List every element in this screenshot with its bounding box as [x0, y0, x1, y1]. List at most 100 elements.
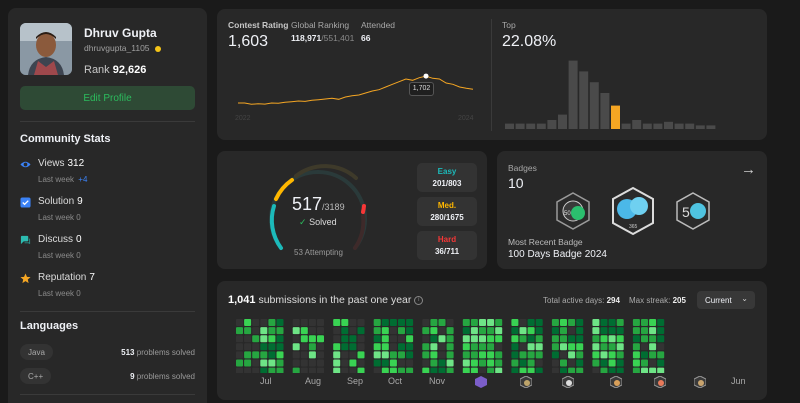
heatmap-cell[interactable] — [308, 327, 316, 335]
heatmap-cell[interactable] — [576, 343, 584, 351]
heatmap-cell[interactable] — [357, 367, 365, 373]
heatmap-cell[interactable] — [657, 359, 665, 367]
heatmap-cell[interactable] — [527, 343, 535, 351]
heatmap-cell[interactable] — [632, 335, 640, 343]
heatmap-cell[interactable] — [616, 335, 624, 343]
heatmap-cell[interactable] — [389, 319, 397, 326]
heatmap-cell[interactable] — [406, 343, 414, 351]
heatmap-cell[interactable] — [519, 359, 527, 367]
heatmap-cell[interactable] — [527, 367, 535, 373]
heatmap-cell[interactable] — [462, 343, 470, 351]
heatmap-cell[interactable] — [535, 351, 543, 359]
heatmap-cell[interactable] — [438, 335, 446, 343]
difficulty-easy[interactable]: Easy 201/803 — [417, 163, 477, 192]
heatmap-cell[interactable] — [527, 359, 535, 367]
heatmap-cell[interactable] — [568, 335, 576, 343]
heatmap-cell[interactable] — [260, 367, 268, 373]
heatmap-cell[interactable] — [495, 335, 503, 343]
heatmap-cell[interactable] — [398, 367, 405, 373]
heatmap-cell[interactable] — [236, 327, 243, 335]
heatmap-cell[interactable] — [438, 343, 446, 351]
heatmap-cell[interactable] — [495, 351, 503, 359]
heatmap-cell[interactable] — [236, 319, 243, 326]
heatmap-cell[interactable] — [430, 351, 438, 359]
heatmap-cell[interactable] — [551, 327, 559, 335]
heatmap-cell[interactable] — [252, 319, 260, 326]
heatmap-cell[interactable] — [381, 343, 389, 351]
heatmap-cell[interactable] — [341, 359, 349, 367]
heatmap-cell[interactable] — [576, 351, 584, 359]
heatmap-cell[interactable] — [300, 327, 308, 335]
heatmap-cell[interactable] — [268, 319, 276, 326]
heatmap-cell[interactable] — [398, 335, 405, 343]
heatmap-cell[interactable] — [511, 335, 519, 343]
heatmap-cell[interactable] — [519, 351, 527, 359]
heatmap-cell[interactable] — [632, 351, 640, 359]
heatmap-cell[interactable] — [446, 319, 454, 326]
heatmap-cell[interactable] — [479, 319, 486, 326]
heatmap-cell[interactable] — [381, 351, 389, 359]
heatmap-cell[interactable] — [438, 359, 446, 367]
heatmap-cell[interactable] — [527, 335, 535, 343]
heatmap-cell[interactable] — [260, 319, 268, 326]
avatar[interactable] — [20, 23, 72, 75]
heatmap-cell[interactable] — [389, 335, 397, 343]
heatmap-cell[interactable] — [632, 319, 640, 326]
heatmap-cell[interactable] — [519, 367, 527, 373]
heatmap-cell[interactable] — [616, 351, 624, 359]
heatmap-cell[interactable] — [349, 327, 357, 335]
heatmap-cell[interactable] — [592, 359, 600, 367]
heatmap-cell[interactable] — [430, 319, 438, 326]
heatmap-cell[interactable] — [535, 367, 543, 373]
heatmap-cell[interactable] — [406, 367, 414, 373]
heatmap-cell[interactable] — [462, 327, 470, 335]
heatmap-cell[interactable] — [276, 359, 284, 367]
heatmap-cell[interactable] — [252, 327, 260, 335]
heatmap-cell[interactable] — [276, 367, 284, 373]
heatmap-cell[interactable] — [389, 367, 397, 373]
heatmap-cell[interactable] — [511, 327, 519, 335]
heatmap-cell[interactable] — [608, 359, 616, 367]
heatmap-cell[interactable] — [470, 351, 478, 359]
heatmap-cell[interactable] — [308, 319, 316, 326]
heatmap-cell[interactable] — [592, 367, 600, 373]
heatmap-cell[interactable] — [576, 335, 584, 343]
heatmap-cell[interactable] — [616, 359, 624, 367]
heatmap-cell[interactable] — [398, 343, 405, 351]
heatmap-cell[interactable] — [592, 351, 600, 359]
heatmap-cell[interactable] — [236, 359, 243, 367]
heatmap-cell[interactable] — [373, 335, 381, 343]
heatmap-cell[interactable] — [600, 327, 608, 335]
heatmap-cell[interactable] — [300, 359, 308, 367]
heatmap-cell[interactable] — [381, 335, 389, 343]
heatmap-cell[interactable] — [487, 327, 495, 335]
heatmap-cell[interactable] — [381, 319, 389, 326]
heatmap-cell[interactable] — [406, 319, 414, 326]
submission-heatmap-grid[interactable] — [234, 319, 758, 373]
heatmap-cell[interactable] — [487, 343, 495, 351]
heatmap-cell[interactable] — [470, 359, 478, 367]
heatmap-cell[interactable] — [236, 367, 243, 373]
heatmap-cell[interactable] — [657, 319, 665, 326]
heatmap-cell[interactable] — [373, 343, 381, 351]
heatmap-cell[interactable] — [357, 359, 365, 367]
heatmap-cell[interactable] — [422, 343, 430, 351]
heatmap-cell[interactable] — [252, 367, 260, 373]
heatmap-cell[interactable] — [317, 359, 324, 367]
heatmap-cell[interactable] — [649, 343, 657, 351]
heatmap-cell[interactable] — [430, 359, 438, 367]
heatmap-cell[interactable] — [333, 359, 341, 367]
heatmap-cell[interactable] — [511, 343, 519, 351]
heatmap-cell[interactable] — [398, 327, 405, 335]
heatmap-cell[interactable] — [292, 359, 300, 367]
heatmap-cell[interactable] — [292, 319, 300, 326]
info-icon[interactable]: i — [414, 295, 424, 305]
heatmap-cell[interactable] — [551, 319, 559, 326]
heatmap-cell[interactable] — [641, 327, 648, 335]
heatmap-cell[interactable] — [592, 327, 600, 335]
heatmap-cell[interactable] — [462, 335, 470, 343]
heatmap-cell[interactable] — [276, 335, 284, 343]
heatmap-cell[interactable] — [422, 335, 430, 343]
arrow-right-icon[interactable]: → — [741, 161, 756, 178]
heatmap-cell[interactable] — [592, 319, 600, 326]
